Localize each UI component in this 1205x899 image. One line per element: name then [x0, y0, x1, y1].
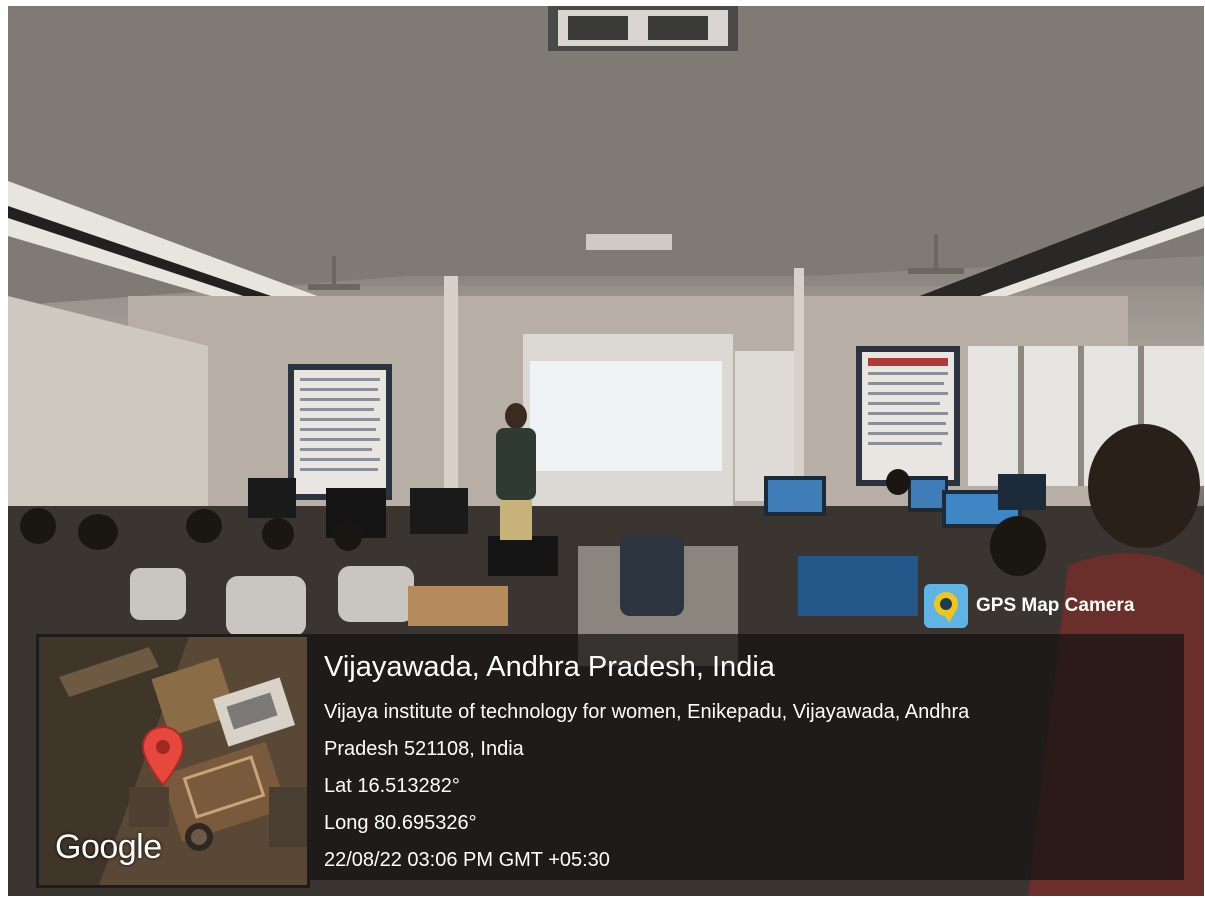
brand-label: GPS Map Camera — [976, 595, 1135, 616]
address-line-1: Vijaya institute of technology for women… — [324, 701, 970, 723]
photo-frame: GPS Map Camera Google Vijayawada, Andhra… — [0, 0, 1205, 899]
map-pin-icon — [141, 725, 185, 787]
longitude-text: Long 80.695326° — [324, 812, 477, 834]
location-info-panel: Vijayawada, Andhra Pradesh, India Vijaya… — [310, 634, 1184, 880]
gps-map-camera-brand: GPS Map Camera — [924, 584, 1134, 628]
address-line-2: Pradesh 521108, India — [324, 738, 524, 760]
timestamp-text: 22/08/22 03:06 PM GMT +05:30 — [324, 849, 610, 871]
gps-map-camera-logo-icon — [924, 584, 968, 628]
location-title: Vijayawada, Andhra Pradesh, India — [324, 651, 775, 683]
google-map-label: Google — [55, 828, 162, 866]
satellite-map-thumbnail: Google — [36, 634, 310, 888]
latitude-text: Lat 16.513282° — [324, 775, 460, 797]
